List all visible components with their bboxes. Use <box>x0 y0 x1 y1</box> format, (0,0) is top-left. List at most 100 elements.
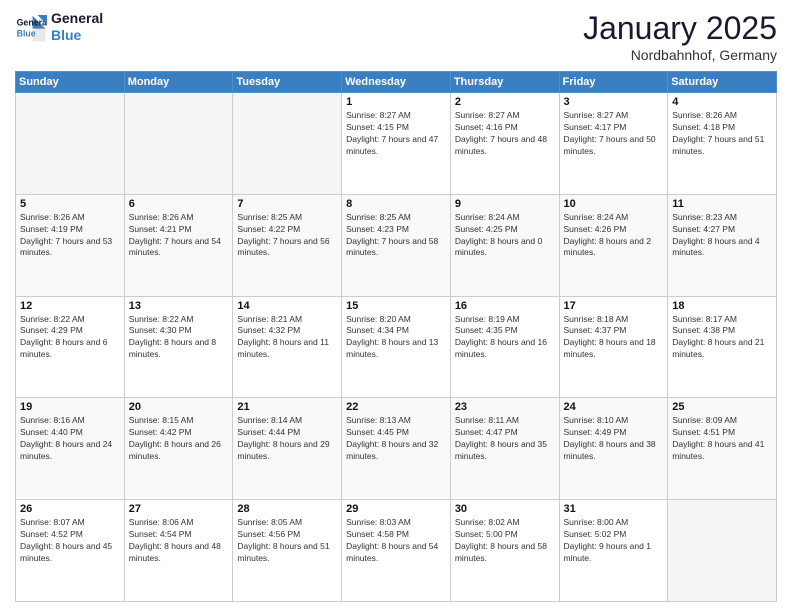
day-number: 16 <box>455 300 555 312</box>
calendar-cell: 28 Sunrise: 8:05 AM Sunset: 4:56 PM Dayli… <box>233 500 342 602</box>
day-number: 6 <box>129 198 229 210</box>
day-info: Sunrise: 8:15 AM Sunset: 4:42 PM Dayligh… <box>129 415 229 463</box>
day-info: Sunrise: 8:22 AM Sunset: 4:30 PM Dayligh… <box>129 314 229 362</box>
day-number: 17 <box>564 300 664 312</box>
weekday-header-sunday: Sunday <box>16 72 125 93</box>
day-info: Sunrise: 8:14 AM Sunset: 4:44 PM Dayligh… <box>237 415 337 463</box>
weekday-header-tuesday: Tuesday <box>233 72 342 93</box>
calendar-cell: 4 Sunrise: 8:26 AM Sunset: 4:18 PM Daylig… <box>668 93 777 195</box>
weekday-header-wednesday: Wednesday <box>342 72 451 93</box>
calendar-cell: 13 Sunrise: 8:22 AM Sunset: 4:30 PM Dayli… <box>124 296 233 398</box>
calendar-cell: 1 Sunrise: 8:27 AM Sunset: 4:15 PM Daylig… <box>342 93 451 195</box>
weekday-header-monday: Monday <box>124 72 233 93</box>
day-number: 9 <box>455 198 555 210</box>
title-block: January 2025 Nordbahnhof, Germany <box>583 10 777 63</box>
day-number: 3 <box>564 96 664 108</box>
day-info: Sunrise: 8:19 AM Sunset: 4:35 PM Dayligh… <box>455 314 555 362</box>
calendar-week-4: 19Sunrise: 8:16 AM Sunset: 4:40 PM Dayli… <box>16 398 777 500</box>
weekday-header-friday: Friday <box>559 72 668 93</box>
day-info: Sunrise: 8:21 AM Sunset: 4:32 PM Dayligh… <box>237 314 337 362</box>
logo: General Blue General Blue <box>15 10 103 44</box>
calendar-cell: 20 Sunrise: 8:15 AM Sunset: 4:42 PM Dayli… <box>124 398 233 500</box>
calendar-cell: 24Sunrise: 8:10 AM Sunset: 4:49 PM Dayli… <box>559 398 668 500</box>
day-number: 29 <box>346 503 446 515</box>
day-info: Sunrise: 8:27 AM Sunset: 4:15 PM Dayligh… <box>346 110 446 158</box>
day-number: 13 <box>129 300 229 312</box>
day-number: 14 <box>237 300 337 312</box>
day-info: Sunrise: 8:02 AM Sunset: 5:00 PM Dayligh… <box>455 517 555 565</box>
day-number: 23 <box>455 401 555 413</box>
day-info: Sunrise: 8:20 AM Sunset: 4:34 PM Dayligh… <box>346 314 446 362</box>
day-info: Sunrise: 8:27 AM Sunset: 4:17 PM Dayligh… <box>564 110 664 158</box>
day-number: 7 <box>237 198 337 210</box>
svg-text:Blue: Blue <box>17 28 36 38</box>
day-info: Sunrise: 8:22 AM Sunset: 4:29 PM Dayligh… <box>20 314 120 362</box>
day-info: Sunrise: 8:05 AM Sunset: 4:56 PM Dayligh… <box>237 517 337 565</box>
calendar-cell: 31Sunrise: 8:00 AM Sunset: 5:02 PM Dayli… <box>559 500 668 602</box>
day-info: Sunrise: 8:26 AM Sunset: 4:21 PM Dayligh… <box>129 212 229 260</box>
calendar-cell: 7Sunrise: 8:25 AM Sunset: 4:22 PM Daylig… <box>233 194 342 296</box>
calendar-cell: 14 Sunrise: 8:21 AM Sunset: 4:32 PM Dayli… <box>233 296 342 398</box>
day-info: Sunrise: 8:23 AM Sunset: 4:27 PM Dayligh… <box>672 212 772 260</box>
day-number: 8 <box>346 198 446 210</box>
day-number: 20 <box>129 401 229 413</box>
calendar-week-2: 5Sunrise: 8:26 AM Sunset: 4:19 PM Daylig… <box>16 194 777 296</box>
calendar-week-5: 26 Sunrise: 8:07 AM Sunset: 4:52 PM Dayli… <box>16 500 777 602</box>
calendar-cell: 30 Sunrise: 8:02 AM Sunset: 5:00 PM Dayli… <box>450 500 559 602</box>
header: General Blue General Blue January 2025 N… <box>15 10 777 63</box>
calendar-cell: 15 Sunrise: 8:20 AM Sunset: 4:34 PM Dayli… <box>342 296 451 398</box>
day-number: 15 <box>346 300 446 312</box>
location-title: Nordbahnhof, Germany <box>583 47 777 63</box>
day-info: Sunrise: 8:27 AM Sunset: 4:16 PM Dayligh… <box>455 110 555 158</box>
calendar-cell: 12 Sunrise: 8:22 AM Sunset: 4:29 PM Dayli… <box>16 296 125 398</box>
day-number: 26 <box>20 503 120 515</box>
weekday-header-saturday: Saturday <box>668 72 777 93</box>
calendar-cell: 23 Sunrise: 8:11 AM Sunset: 4:47 PM Dayli… <box>450 398 559 500</box>
day-number: 31 <box>564 503 664 515</box>
day-number: 30 <box>455 503 555 515</box>
calendar-cell: 16 Sunrise: 8:19 AM Sunset: 4:35 PM Dayli… <box>450 296 559 398</box>
day-number: 5 <box>20 198 120 210</box>
calendar-cell: 17 Sunrise: 8:18 AM Sunset: 4:37 PM Dayli… <box>559 296 668 398</box>
day-info: Sunrise: 8:07 AM Sunset: 4:52 PM Dayligh… <box>20 517 120 565</box>
month-title: January 2025 <box>583 10 777 47</box>
day-info: Sunrise: 8:26 AM Sunset: 4:18 PM Dayligh… <box>672 110 772 158</box>
day-info: Sunrise: 8:16 AM Sunset: 4:40 PM Dayligh… <box>20 415 120 463</box>
calendar-cell: 26 Sunrise: 8:07 AM Sunset: 4:52 PM Dayli… <box>16 500 125 602</box>
calendar-cell: 9Sunrise: 8:24 AM Sunset: 4:25 PM Daylig… <box>450 194 559 296</box>
calendar-cell <box>16 93 125 195</box>
day-info: Sunrise: 8:24 AM Sunset: 4:26 PM Dayligh… <box>564 212 664 260</box>
calendar-cell <box>668 500 777 602</box>
day-info: Sunrise: 8:03 AM Sunset: 4:58 PM Dayligh… <box>346 517 446 565</box>
day-number: 11 <box>672 198 772 210</box>
calendar-cell: 29 Sunrise: 8:03 AM Sunset: 4:58 PM Dayli… <box>342 500 451 602</box>
day-number: 18 <box>672 300 772 312</box>
weekday-header-thursday: Thursday <box>450 72 559 93</box>
calendar-cell: 21 Sunrise: 8:14 AM Sunset: 4:44 PM Dayli… <box>233 398 342 500</box>
calendar-cell: 25Sunrise: 8:09 AM Sunset: 4:51 PM Dayli… <box>668 398 777 500</box>
calendar-week-1: 1 Sunrise: 8:27 AM Sunset: 4:15 PM Daylig… <box>16 93 777 195</box>
day-number: 28 <box>237 503 337 515</box>
day-number: 25 <box>672 401 772 413</box>
day-info: Sunrise: 8:11 AM Sunset: 4:47 PM Dayligh… <box>455 415 555 463</box>
day-info: Sunrise: 8:13 AM Sunset: 4:45 PM Dayligh… <box>346 415 446 463</box>
day-info: Sunrise: 8:25 AM Sunset: 4:23 PM Dayligh… <box>346 212 446 260</box>
day-number: 27 <box>129 503 229 515</box>
day-info: Sunrise: 8:17 AM Sunset: 4:38 PM Dayligh… <box>672 314 772 362</box>
calendar-cell: 6 Sunrise: 8:26 AM Sunset: 4:21 PM Daylig… <box>124 194 233 296</box>
logo-general: General <box>51 10 103 27</box>
day-number: 21 <box>237 401 337 413</box>
calendar-cell <box>233 93 342 195</box>
day-info: Sunrise: 8:06 AM Sunset: 4:54 PM Dayligh… <box>129 517 229 565</box>
day-info: Sunrise: 8:10 AM Sunset: 4:49 PM Dayligh… <box>564 415 664 463</box>
logo-blue: Blue <box>51 27 103 44</box>
day-number: 4 <box>672 96 772 108</box>
weekday-header-row: SundayMondayTuesdayWednesdayThursdayFrid… <box>16 72 777 93</box>
day-info: Sunrise: 8:18 AM Sunset: 4:37 PM Dayligh… <box>564 314 664 362</box>
day-number: 10 <box>564 198 664 210</box>
logo-icon: General Blue <box>15 11 47 43</box>
day-number: 12 <box>20 300 120 312</box>
calendar-cell: 5Sunrise: 8:26 AM Sunset: 4:19 PM Daylig… <box>16 194 125 296</box>
calendar-cell: 8 Sunrise: 8:25 AM Sunset: 4:23 PM Daylig… <box>342 194 451 296</box>
day-number: 1 <box>346 96 446 108</box>
